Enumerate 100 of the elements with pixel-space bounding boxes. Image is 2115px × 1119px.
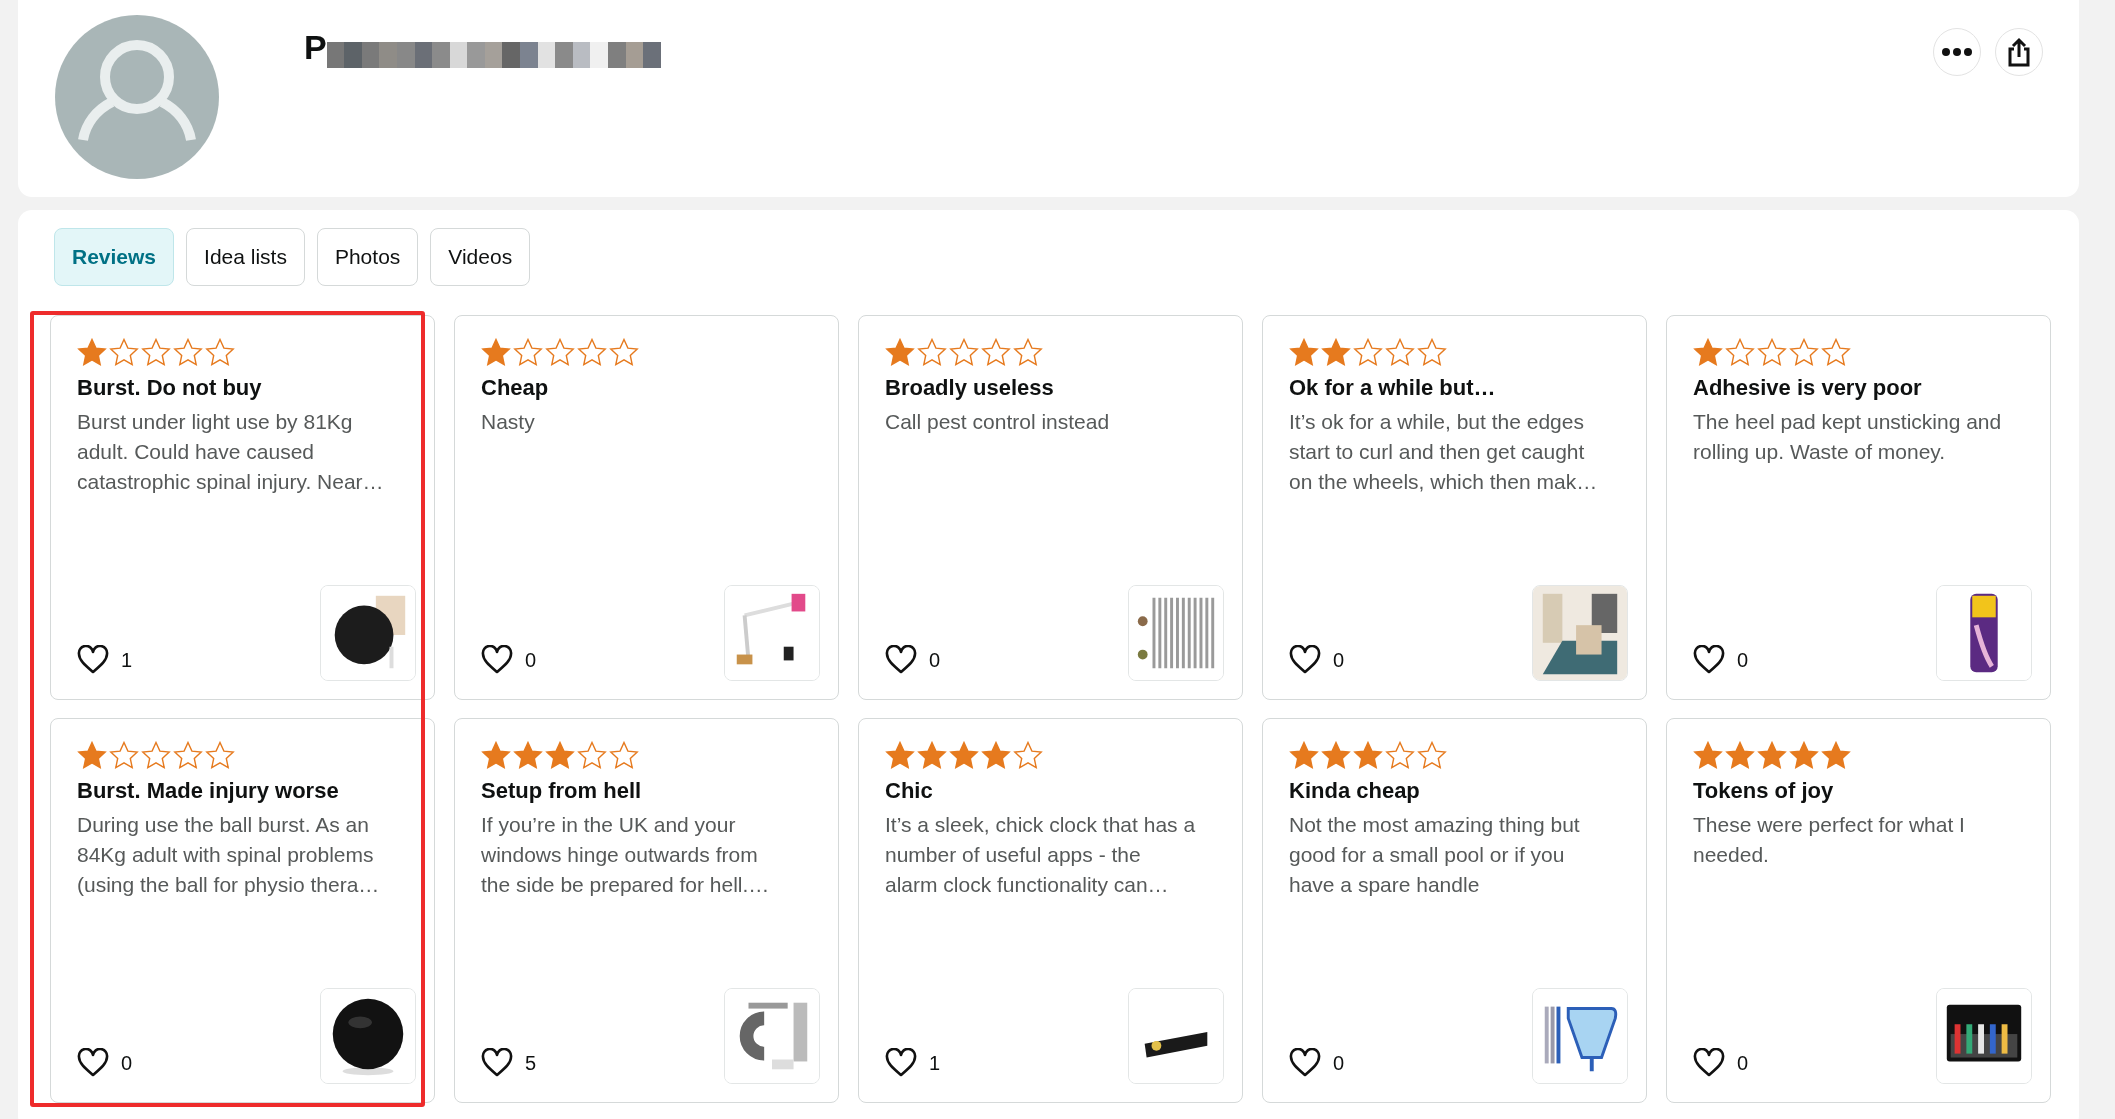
share-button[interactable] — [1995, 28, 2043, 76]
filled-star-icon — [1693, 741, 1723, 771]
like-count: 0 — [1737, 1051, 1749, 1075]
filled-star-icon — [1353, 741, 1383, 771]
heart-icon[interactable] — [481, 645, 513, 675]
like-count: 0 — [525, 648, 537, 672]
filled-star-icon — [981, 741, 1011, 771]
like-count: 1 — [121, 648, 133, 672]
share-icon — [2007, 37, 2031, 67]
filled-star-icon — [1289, 338, 1319, 368]
review-card[interactable]: Broadly useless Call pest control instead 0 — [858, 315, 1243, 700]
filled-star-icon — [1321, 338, 1351, 368]
empty-star-icon — [1789, 338, 1819, 368]
heart-icon[interactable] — [885, 1048, 917, 1078]
review-title: Burst. Made injury worse — [77, 778, 340, 804]
review-text: Not the most amazing thing but good for a small pool or if you have a spare handle — [1289, 812, 1581, 898]
review-card[interactable]: Adhesive is very poor The heel pad kept unsticking and rolling up. Waste of money. 0 — [1666, 315, 2051, 700]
filled-star-icon — [77, 338, 107, 368]
heart-icon[interactable] — [1289, 1048, 1321, 1078]
heart-icon[interactable] — [77, 645, 109, 675]
filled-star-icon — [1789, 741, 1819, 771]
heart-icon[interactable] — [885, 645, 917, 675]
empty-star-icon — [981, 338, 1011, 368]
tab[interactable]: Idea lists — [186, 228, 305, 286]
like-count: 0 — [929, 648, 941, 672]
like-count: 0 — [1333, 648, 1345, 672]
filled-star-icon — [949, 741, 979, 771]
review-card[interactable]: Tokens of joy These were perfect for what I needed. 0 — [1666, 718, 2051, 1103]
heart-icon[interactable] — [481, 1048, 513, 1078]
heart-icon[interactable] — [1693, 1048, 1725, 1078]
review-title: Ok for a while but… — [1289, 375, 1497, 401]
tab[interactable]: Reviews — [54, 228, 175, 286]
empty-star-icon — [609, 338, 639, 368]
review-title: Broadly useless — [885, 375, 1055, 401]
review-title: Chic — [885, 778, 934, 804]
empty-star-icon — [917, 338, 947, 368]
empty-star-icon — [577, 741, 607, 771]
empty-star-icon — [141, 338, 171, 368]
review-card[interactable]: Cheap Nasty 0 — [454, 315, 839, 700]
like-count: 0 — [1333, 1051, 1345, 1075]
filled-star-icon — [513, 741, 543, 771]
tab[interactable]: Photos — [316, 228, 419, 286]
filled-star-icon — [1725, 741, 1755, 771]
heart-icon[interactable] — [1693, 645, 1725, 675]
like-count: 1 — [929, 1051, 941, 1075]
more-icon — [1942, 48, 1972, 56]
avatar-icon — [54, 14, 220, 180]
empty-star-icon — [1353, 338, 1383, 368]
review-title: Cheap — [481, 375, 550, 401]
tab[interactable]: Videos — [430, 228, 531, 286]
empty-star-icon — [141, 741, 171, 771]
filled-star-icon — [77, 741, 107, 771]
review-card[interactable]: Burst. Do not buy Burst under light use by 81Kg adult. Could have caused catastrophic spinal injury. Near… 1 — [50, 315, 435, 700]
like-count: 0 — [121, 1051, 133, 1075]
filled-star-icon — [481, 338, 511, 368]
empty-star-icon — [109, 741, 139, 771]
empty-star-icon — [205, 741, 235, 771]
empty-star-icon — [513, 338, 543, 368]
empty-star-icon — [1385, 338, 1415, 368]
filled-star-icon — [917, 741, 947, 771]
review-text: These were perfect for what I needed. — [1693, 812, 1966, 868]
empty-star-icon — [1757, 338, 1787, 368]
review-text: During use the ball burst. As an 84Kg adult with spinal problems (using the ball for physio thera… — [77, 812, 381, 898]
heart-icon[interactable] — [77, 1048, 109, 1078]
empty-star-icon — [545, 338, 575, 368]
review-title: Adhesive is very poor — [1693, 375, 1923, 401]
review-title: Setup from hell — [481, 778, 643, 804]
review-title: Tokens of joy — [1693, 778, 1835, 804]
empty-star-icon — [1013, 338, 1043, 368]
review-title: Burst. Do not buy — [77, 375, 263, 401]
empty-star-icon — [205, 338, 235, 368]
empty-star-icon — [1417, 338, 1447, 368]
review-card[interactable]: Setup from hell If you’re in the UK and your windows hinge outwards from the side be prepared for hell.… 5 — [454, 718, 839, 1103]
empty-star-icon — [1725, 338, 1755, 368]
more-options-button[interactable] — [1933, 28, 1981, 76]
empty-star-icon — [173, 741, 203, 771]
empty-star-icon — [1417, 741, 1447, 771]
profile-name: P — [304, 28, 327, 67]
review-text: It’s ok for a while, but the edges start to curl and then get caught on the wheels, which then mak… — [1289, 409, 1599, 495]
review-text: If you’re in the UK and your windows hinge outwards from the side be prepared for hell.… — [481, 812, 771, 898]
filled-star-icon — [545, 741, 575, 771]
review-card[interactable]: Kinda cheap Not the most amazing thing but good for a small pool or if you have a spare handle 0 — [1262, 718, 1647, 1103]
empty-star-icon — [1013, 741, 1043, 771]
review-card[interactable]: Ok for a while but… It’s ok for a while, but the edges start to curl and then get caught on the wheels, which then mak… 0 — [1262, 315, 1647, 700]
review-text: Burst under light use by 81Kg adult. Could have caused catastrophic spinal injury. Near… — [77, 409, 385, 495]
review-text: Nasty — [481, 409, 536, 435]
empty-star-icon — [609, 741, 639, 771]
filled-star-icon — [481, 741, 511, 771]
review-card[interactable]: Chic It’s a sleek, chick clock that has a number of useful apps - the alarm clock functionality can… 1 — [858, 718, 1243, 1103]
filled-star-icon — [1321, 741, 1351, 771]
review-card[interactable]: Burst. Made injury worse During use the ball burst. As an 84Kg adult with spinal problems (using the ball for physio thera… 0 — [50, 718, 435, 1103]
heart-icon[interactable] — [1289, 645, 1321, 675]
filled-star-icon — [1757, 741, 1787, 771]
filled-star-icon — [1289, 741, 1319, 771]
review-text: It’s a sleek, chick clock that has a number of useful apps - the alarm clock functionality can… — [885, 812, 1197, 898]
empty-star-icon — [1385, 741, 1415, 771]
review-title: Kinda cheap — [1289, 778, 1421, 804]
empty-star-icon — [949, 338, 979, 368]
like-count: 0 — [1737, 648, 1749, 672]
filled-star-icon — [1821, 741, 1851, 771]
